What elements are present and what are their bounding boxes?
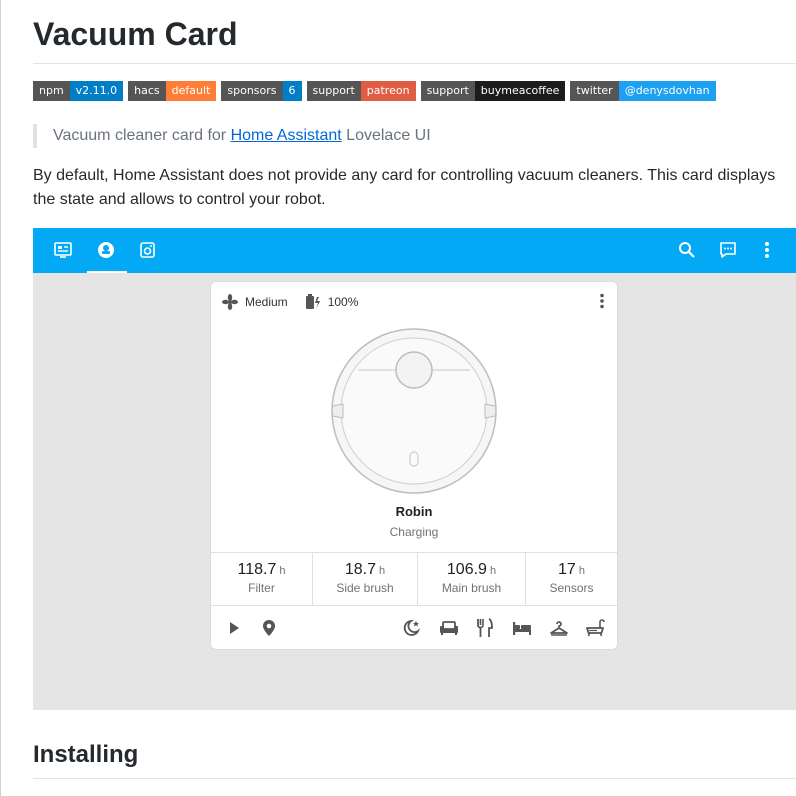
play-icon[interactable] [223,617,245,639]
left-border [0,0,1,796]
stat-side-brush: 18.7 h Side brush [313,553,418,605]
utensils-icon[interactable] [474,617,496,639]
more-vertical-icon[interactable] [756,239,778,261]
sleep-icon[interactable] [401,617,423,639]
stat-sensors: 17 h Sensors [549,561,594,595]
sofa-icon[interactable] [438,617,460,639]
badge-twitter[interactable]: twitter @denysdovhan [570,81,716,101]
battery-level: 100% [327,295,359,309]
blockquote: Vacuum cleaner card for Home Assistant L… [33,124,431,148]
badge-row: npm v2.11.0 hacs default sponsors 6 support… [33,81,716,101]
badge-patreon[interactable]: support patreon [306,81,416,101]
intro-paragraph: By default, Home Assistant does not prov… [33,167,776,208]
card-header: Medium 100% [221,292,358,312]
overview-icon[interactable] [52,239,74,261]
bathtub-icon[interactable] [584,617,606,639]
installing-heading: Installing [33,741,139,768]
map-marker-icon[interactable] [258,617,280,639]
screenshot-image: Medium 100% Robin Charging 118.7 h Filter [33,228,796,710]
bed-icon[interactable] [511,617,533,639]
home-assistant-link[interactable]: Home Assistant [231,127,342,144]
battery-charging-icon [304,293,322,311]
active-tab-indicator [87,271,127,273]
app-topbar [33,228,796,273]
badge-npm[interactable]: npm v2.11.0 [33,81,124,101]
vacuum-name: Robin [395,504,433,519]
assistant-chat-icon[interactable] [717,239,739,261]
stats-row: 118.7 h Filter 18.7 h Side brush 106.9 h Ma… [211,552,617,606]
vacuum-status: Charging [389,525,439,539]
hanger-icon[interactable] [548,617,570,639]
vacuum-card: Medium 100% Robin Charging 118.7 h Filter [210,281,618,650]
page-title: Vacuum Card [33,16,238,52]
stat-main-brush: 106.9 h Main brush [418,553,526,605]
badge-buymeacoffee[interactable]: support buymeacoffee [420,81,566,101]
fan-icon[interactable] [221,293,239,311]
badge-sponsors[interactable]: sponsors 6 [221,81,302,101]
divider [33,778,796,779]
search-icon[interactable] [676,239,698,261]
robot-vacuum-image [331,328,497,494]
stat-filter: 118.7 h Filter [211,553,313,605]
card-more-icon[interactable] [599,293,605,314]
fan-speed-value[interactable]: Medium [245,295,288,309]
card-toolbar [211,608,617,646]
robot-settings-icon[interactable] [137,239,159,261]
robot-vacuum-icon[interactable] [95,239,117,261]
badge-hacs[interactable]: hacs default [128,81,217,101]
divider [33,63,796,64]
